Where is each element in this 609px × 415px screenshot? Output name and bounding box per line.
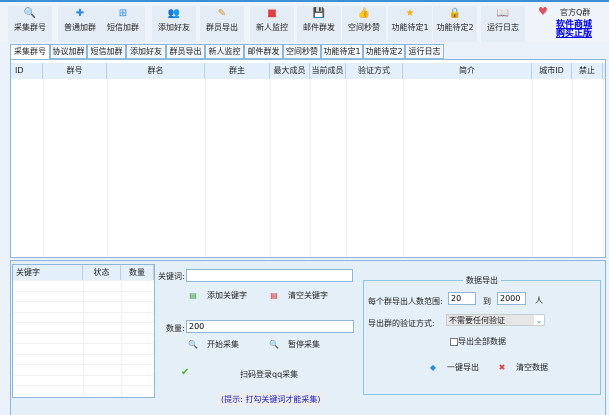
group-table[interactable]: ID 群号 群名 群主 最大成员 当前成员 验证方式 简介 城市ID 禁止: [10, 59, 606, 258]
count-input[interactable]: [186, 320, 354, 333]
lock-icon: 🔒: [448, 8, 462, 19]
tab-4[interactable]: 群员导出: [166, 44, 205, 59]
keyword-table[interactable]: 关键字 状态 数量: [12, 264, 155, 398]
search-icon: 🔍: [188, 340, 198, 349]
toolbar-button-10[interactable]: 📖 运行日志: [481, 6, 525, 42]
keyword-column-header[interactable]: 数量: [121, 265, 154, 280]
book-icon: 📖: [496, 8, 510, 19]
toolbar-button-8[interactable]: ★ 功能待定1: [388, 6, 432, 42]
column-header[interactable]: 最大成员: [270, 63, 310, 79]
toolbar-button-0[interactable]: 🔍 采集群号: [8, 6, 52, 42]
toolbar-button-7[interactable]: 👍 空间秒赞: [342, 6, 386, 42]
column-divider: [121, 280, 122, 397]
delete-document-icon: ▤: [270, 291, 278, 300]
column-divider: [532, 79, 533, 257]
floppy-icon: 💾: [312, 8, 326, 19]
column-header[interactable]: 当前成员: [310, 63, 346, 79]
keyword-column-header[interactable]: 状态: [83, 265, 121, 280]
keyword-label: 关键词:: [158, 272, 185, 281]
qr-login-button[interactable]: 扫码登录qq采集: [240, 369, 298, 380]
shop-link-line2: 购买正版: [556, 29, 593, 39]
range-to-input[interactable]: [497, 292, 526, 305]
column-header[interactable]: ID: [11, 63, 43, 79]
pause-collect-button[interactable]: 🔍 暂停采集: [268, 339, 320, 350]
toolbar-button-5[interactable]: ■ 新人监控: [250, 6, 294, 42]
column-header[interactable]: 城市ID: [532, 63, 572, 79]
column-header[interactable]: 群名: [107, 63, 205, 79]
add-user-icon: 👥: [167, 8, 181, 19]
magnifier-icon: 🔍: [23, 8, 37, 19]
plus-icon: ✚: [75, 8, 85, 19]
thumbs-up-icon: 👍: [357, 8, 371, 19]
shop-link[interactable]: 软件商城 购买正版: [556, 21, 592, 39]
tab-0[interactable]: 采集群号: [10, 44, 50, 60]
checkmark-icon: ✔: [181, 367, 190, 378]
column-header[interactable]: 简介: [403, 63, 532, 79]
count-label: 数量:: [166, 324, 185, 333]
column-header[interactable]: 禁止: [572, 63, 603, 79]
column-divider: [572, 79, 573, 257]
keyword-input[interactable]: [186, 269, 353, 282]
add-keyword-button[interactable]: ▤ 添加关键字: [187, 290, 247, 301]
toolbar-button-2[interactable]: ⊞ 短信加群: [101, 6, 145, 42]
qq-group-label: 官方Q群: [560, 8, 591, 17]
column-divider: [43, 79, 44, 257]
star-icon: ★: [405, 8, 415, 19]
tab-3[interactable]: 添加好友: [126, 44, 166, 59]
one-click-export-button[interactable]: ◆ 一键导出: [427, 362, 479, 373]
column-divider: [83, 280, 84, 397]
export-all-checkbox[interactable]: 导出全部数据: [450, 336, 506, 347]
export-group: 数据导出: [363, 275, 601, 395]
column-header[interactable]: 验证方式: [346, 63, 403, 79]
toolbar: 🔍 采集群号 ✚ 普通加群 ⊞ 短信加群 👥 添加好友 ✎ 群员导出 ■ 新人监控 💾 邮件群发 👍 空间秒赞…: [0, 0, 609, 42]
plus-box-icon: ⊞: [118, 8, 128, 19]
tab-9[interactable]: 功能待定2: [363, 44, 405, 59]
tab-2[interactable]: 短信加群: [87, 44, 126, 59]
down-arrow-icon: ◆: [429, 363, 437, 372]
pencil-icon: ✎: [217, 8, 227, 19]
column-divider: [107, 79, 108, 257]
table-header: ID 群号 群名 群主 最大成员 当前成员 验证方式 简介 城市ID 禁止: [11, 63, 605, 79]
unit-label: 人: [535, 296, 543, 305]
toolbar-button-3[interactable]: 👥 添加好友: [152, 6, 196, 42]
column-divider: [603, 79, 604, 257]
stop-icon: ■: [267, 8, 277, 19]
column-header[interactable]: 群主: [205, 63, 270, 79]
column-divider: [346, 79, 347, 257]
range-from-input[interactable]: [448, 292, 476, 305]
export-title: 数据导出: [466, 276, 498, 285]
tab-6[interactable]: 邮件群发: [244, 44, 283, 59]
toolbar-button-9[interactable]: 🔒 功能待定2: [433, 6, 477, 42]
toolbar-button-4[interactable]: ✎ 群员导出: [200, 6, 244, 42]
tab-1[interactable]: 协议加群: [50, 44, 87, 59]
tab-10[interactable]: 运行日志: [405, 44, 444, 59]
column-divider: [310, 79, 311, 257]
start-collect-button[interactable]: 🔍 开始采集: [187, 339, 239, 350]
verify-select[interactable]: 不需要任何验证 ⌄: [446, 314, 545, 326]
tab-7[interactable]: 空间秒赞: [283, 44, 321, 59]
column-divider: [270, 79, 271, 257]
search-icon: 🔍: [269, 340, 279, 349]
column-divider: [403, 79, 404, 257]
clear-keyword-button[interactable]: ▤ 清空关键字: [268, 290, 328, 301]
keyword-column-header[interactable]: 关键字: [13, 265, 83, 280]
heart-icon: ♥: [538, 5, 548, 18]
toolbar-button-1[interactable]: ✚ 普通加群: [58, 6, 102, 42]
clear-data-button[interactable]: ✖ 清空数据: [496, 362, 548, 373]
hint-text: (提示: 打勾关键词才能采集): [217, 393, 325, 406]
add-document-icon: ▤: [189, 291, 197, 300]
range-label: 每个群导出人数范围:: [368, 297, 443, 306]
column-divider: [205, 79, 206, 257]
checkbox-box: [450, 337, 458, 346]
tab-8[interactable]: 功能待定1: [321, 44, 363, 59]
chevron-down-icon: ⌄: [534, 315, 544, 325]
range-to-label: 到: [483, 297, 491, 306]
verify-label: 导出群的验证方式:: [368, 319, 435, 328]
close-icon: ✖: [498, 363, 506, 372]
column-header[interactable]: 群号: [43, 63, 107, 79]
tab-5[interactable]: 新人监控: [205, 44, 244, 59]
toolbar-button-6[interactable]: 💾 邮件群发: [297, 6, 341, 42]
